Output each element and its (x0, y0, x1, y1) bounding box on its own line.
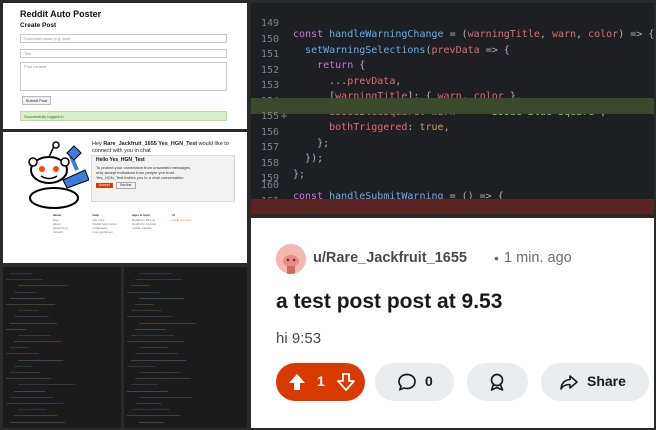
user-avatar-icon (276, 244, 306, 274)
section-title: Create Post (20, 22, 57, 29)
decline-button[interactable]: Decline (115, 182, 136, 189)
separator-dot: • (494, 250, 499, 266)
footer-heading: help (92, 213, 99, 217)
code-line: 158 }; (251, 145, 654, 180)
comments-button[interactable]: 0 (375, 363, 454, 401)
subreddit-input[interactable]: Subreddit name (e.g. test) (20, 34, 227, 43)
code-line-added: 155 + bothTriggered: true, (251, 98, 654, 133)
share-label: Share (587, 373, 626, 389)
card-line-3: Yes_HGN_Test invites you to a chat conve… (96, 175, 185, 180)
code-thumbnail-right: ———————————————— ———————————————————————… (124, 267, 247, 428)
vote-score: 1 (317, 373, 325, 389)
code-line: 150 setWarningSelections(prevData => { (251, 21, 654, 56)
footer-link[interactable]: careers (53, 230, 85, 234)
accept-button[interactable]: Accept (96, 183, 113, 188)
award-button[interactable] (467, 363, 528, 401)
post-body: hi 9:53 (276, 330, 322, 347)
invite-text: Hey Rare_Jackfruit_1655 Yes_HGN_Test wou… (92, 141, 232, 155)
invite-prefix: Hey (92, 141, 102, 147)
footer-link[interactable]: mod guidelines (93, 230, 125, 234)
award-icon (490, 373, 504, 391)
chat-invite-panel: Hey Rare_Jackfruit_1655 Yes_HGN_Test wou… (3, 132, 247, 263)
downvote-icon[interactable] (336, 372, 356, 392)
share-icon (560, 375, 578, 390)
footer-column: <3 reddit premium (172, 213, 204, 253)
vote-control: 1 (276, 363, 365, 401)
card-title: Hello Yes_HGN_Test (96, 157, 145, 163)
footer-column: about blog about advertising careers (53, 213, 85, 253)
diff-marker: − (281, 210, 293, 215)
code-thumbnail-line: ———————————— (127, 419, 164, 424)
footer-heading: about (53, 213, 62, 217)
post-timestamp: 1 min. ago (504, 250, 572, 266)
footer-column: apps & tools Reddit for iPhone Reddit for … (132, 213, 164, 253)
code-thumbnail-left: ——————————— —————————————————— ——————————… (3, 267, 121, 428)
submit-post-button[interactable]: Submit Post (22, 96, 51, 105)
code-thumbnail-line: ——————————————————————————— (6, 419, 66, 424)
code-line: 154 issueBlueSquare: warn === 'Issue Blu… (251, 83, 654, 118)
reddit-mascot-icon (28, 141, 89, 209)
post-author[interactable]: u/Rare_Jackfruit_1655 (313, 250, 467, 266)
code-line: 153 [warningTitle]: { warn, color }, (251, 67, 654, 102)
code-line: 156 }; (251, 114, 654, 149)
code-line: 151 return { (251, 36, 654, 71)
body-textarea[interactable]: Post content (20, 62, 227, 91)
footer-heading: <3 (171, 213, 175, 217)
avatar[interactable] (276, 244, 306, 274)
comment-count: 0 (425, 373, 433, 389)
invite-card: Hello Yes_HGN_Test To protect your conne… (91, 155, 235, 202)
success-message: Successfully logged in (20, 111, 227, 121)
code-line: 161 setShowWarningSpinner(true); (251, 183, 654, 214)
title-input[interactable]: Title (20, 49, 227, 58)
share-button[interactable]: Share (541, 363, 649, 401)
footer-column: help site rules Reddit help center reddique… (93, 213, 125, 253)
invite-target[interactable]: Yes_HGN_Test (158, 141, 197, 147)
code-thumbnail-text: ——————————— —————————————————— ——————————… (6, 270, 118, 425)
code-editor-panel: 149 const handleWarningChange = (warning… (251, 3, 654, 214)
code-line: 152 ...prevData, (251, 52, 654, 87)
comment-icon (398, 373, 416, 391)
code-line: 157 }); (251, 129, 654, 164)
upvote-icon[interactable] (287, 372, 307, 392)
site-footer: about blog about advertising careers help site… (53, 213, 203, 253)
post-title[interactable]: a test post post at 9.53 (276, 290, 502, 314)
footer-link[interactable]: reddit premium (172, 218, 204, 222)
reddit-post-panel: u/Rare_Jackfruit_1655 • 1 min. ago a tes… (251, 218, 654, 428)
footer-link[interactable]: mobile website (132, 226, 164, 230)
code-line-removed: − handlePostTwoWarnings(warningSelection… (251, 198, 654, 215)
code-line: 149 const handleWarningChange = (warning… (251, 5, 654, 40)
invite-user[interactable]: Rare_Jackfruit_1655 (103, 141, 157, 147)
auto-poster-form-panel: Reddit Auto Poster Create Post Subreddit… (3, 3, 247, 129)
app-title: Reddit Auto Poster (20, 9, 102, 19)
code-thumbnail-text: ———————————————— ———————————————————————… (127, 270, 244, 425)
code-line: 160 const handleSubmitWarning = () => { (251, 167, 654, 202)
footer-heading: apps & tools (132, 213, 151, 217)
